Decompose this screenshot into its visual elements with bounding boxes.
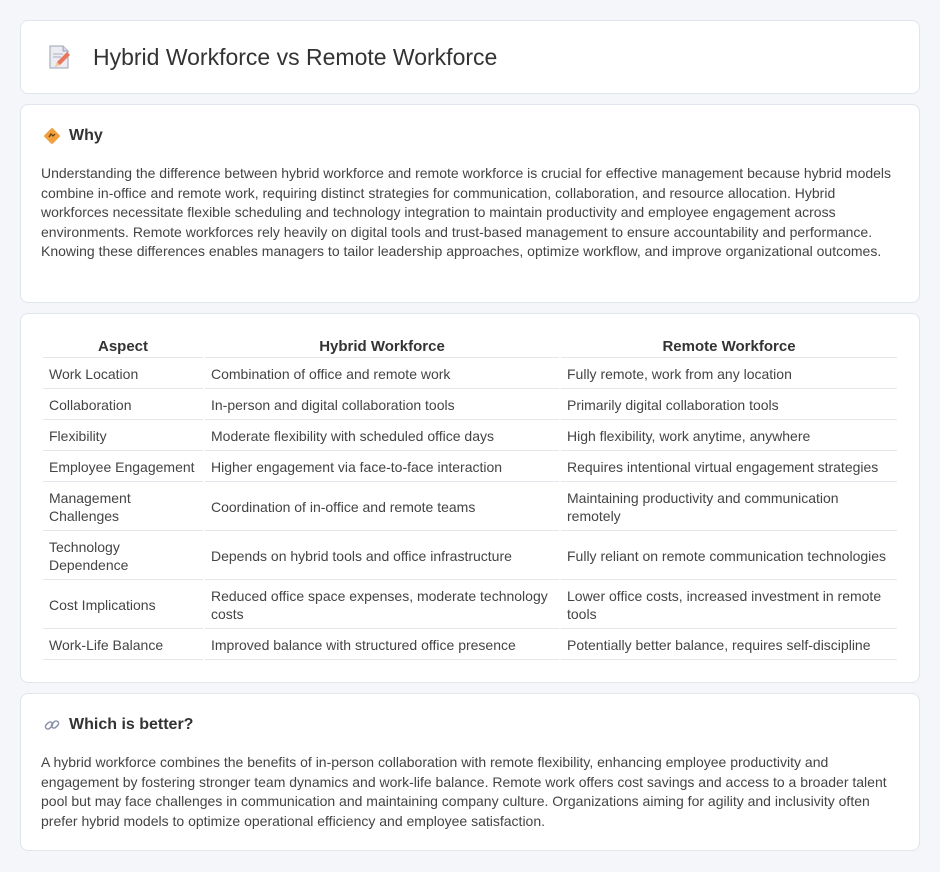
column-header-aspect: Aspect	[43, 332, 203, 358]
hybrid-cell: Improved balance with structured office …	[205, 629, 559, 660]
remote-cell: Maintaining productivity and communicati…	[561, 482, 897, 531]
remote-cell: Fully reliant on remote communication te…	[561, 531, 897, 580]
hybrid-cell: Depends on hybrid tools and office infra…	[205, 531, 559, 580]
aspect-cell: Collaboration	[43, 389, 203, 420]
why-heading-label: Why	[69, 127, 103, 144]
remote-cell: High flexibility, work anytime, anywhere	[561, 420, 897, 451]
diamond-sign-icon	[43, 127, 61, 145]
hybrid-cell: Combination of office and remote work	[205, 358, 559, 389]
table-row: Flexibility Moderate flexibility with sch…	[43, 420, 897, 451]
why-heading: Why	[41, 127, 899, 145]
aspect-cell: Technology Dependence	[43, 531, 203, 580]
title-card: Hybrid Workforce vs Remote Workforce	[20, 20, 920, 94]
comparison-table-card: Aspect Hybrid Workforce Remote Workforce…	[20, 313, 920, 683]
aspect-cell: Flexibility	[43, 420, 203, 451]
aspect-cell: Employee Engagement	[43, 451, 203, 482]
which-is-better-section: Which is better? A hybrid workforce comb…	[20, 693, 920, 851]
hybrid-cell: In-person and digital collaboration tool…	[205, 389, 559, 420]
hybrid-cell: Higher engagement via face-to-face inter…	[205, 451, 559, 482]
aspect-cell: Work-Life Balance	[43, 629, 203, 660]
why-text: Understanding the difference between hyb…	[41, 165, 892, 260]
column-header-remote: Remote Workforce	[561, 332, 897, 358]
table-body: Work Location Combination of office and r…	[43, 358, 897, 660]
better-text: A hybrid workforce combines the benefits…	[41, 754, 887, 829]
table-row: Employee Engagement Higher engagement via…	[43, 451, 897, 482]
hybrid-cell: Coordination of in-office and remote tea…	[205, 482, 559, 531]
document-pencil-icon	[45, 43, 73, 71]
why-section: Why Understanding the difference between…	[20, 104, 920, 303]
better-heading: Which is better?	[41, 716, 899, 734]
table-row: Technology Dependence Depends on hybrid t…	[43, 531, 897, 580]
better-heading-label: Which is better?	[69, 716, 194, 733]
comparison-table: Aspect Hybrid Workforce Remote Workforce…	[41, 332, 899, 660]
aspect-cell: Management Challenges	[43, 482, 203, 531]
aspect-cell: Work Location	[43, 358, 203, 389]
remote-cell: Requires intentional virtual engagement …	[561, 451, 897, 482]
link-icon	[43, 716, 61, 734]
hybrid-cell: Moderate flexibility with scheduled offi…	[205, 420, 559, 451]
remote-cell: Potentially better balance, requires sel…	[561, 629, 897, 660]
hybrid-cell: Reduced office space expenses, moderate …	[205, 580, 559, 629]
page-title: Hybrid Workforce vs Remote Workforce	[93, 43, 498, 70]
remote-cell: Fully remote, work from any location	[561, 358, 897, 389]
remote-cell: Lower office costs, increased investment…	[561, 580, 897, 629]
table-row: Work Location Combination of office and r…	[43, 358, 897, 389]
table-row: Work-Life Balance Improved balance with s…	[43, 629, 897, 660]
table-header-row: Aspect Hybrid Workforce Remote Workforce	[43, 332, 897, 358]
table-row: Cost Implications Reduced office space ex…	[43, 580, 897, 629]
table-row: Collaboration In-person and digital colla…	[43, 389, 897, 420]
remote-cell: Primarily digital collaboration tools	[561, 389, 897, 420]
table-row: Management Challenges Coordination of in-…	[43, 482, 897, 531]
column-header-hybrid: Hybrid Workforce	[205, 332, 559, 358]
aspect-cell: Cost Implications	[43, 580, 203, 629]
